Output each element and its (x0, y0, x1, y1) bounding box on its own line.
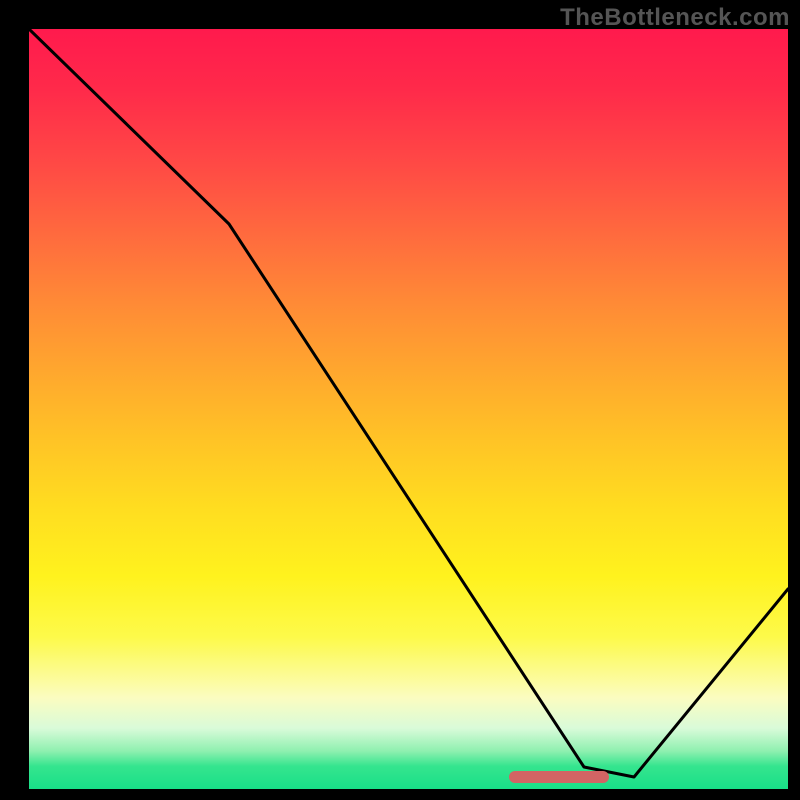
curve-path (29, 29, 788, 777)
plot-area (29, 29, 788, 789)
bottleneck-curve (29, 29, 788, 789)
optimal-range-marker (509, 771, 609, 783)
watermark-text: TheBottleneck.com (560, 4, 790, 32)
chart-frame: TheBottleneck.com (0, 0, 800, 800)
